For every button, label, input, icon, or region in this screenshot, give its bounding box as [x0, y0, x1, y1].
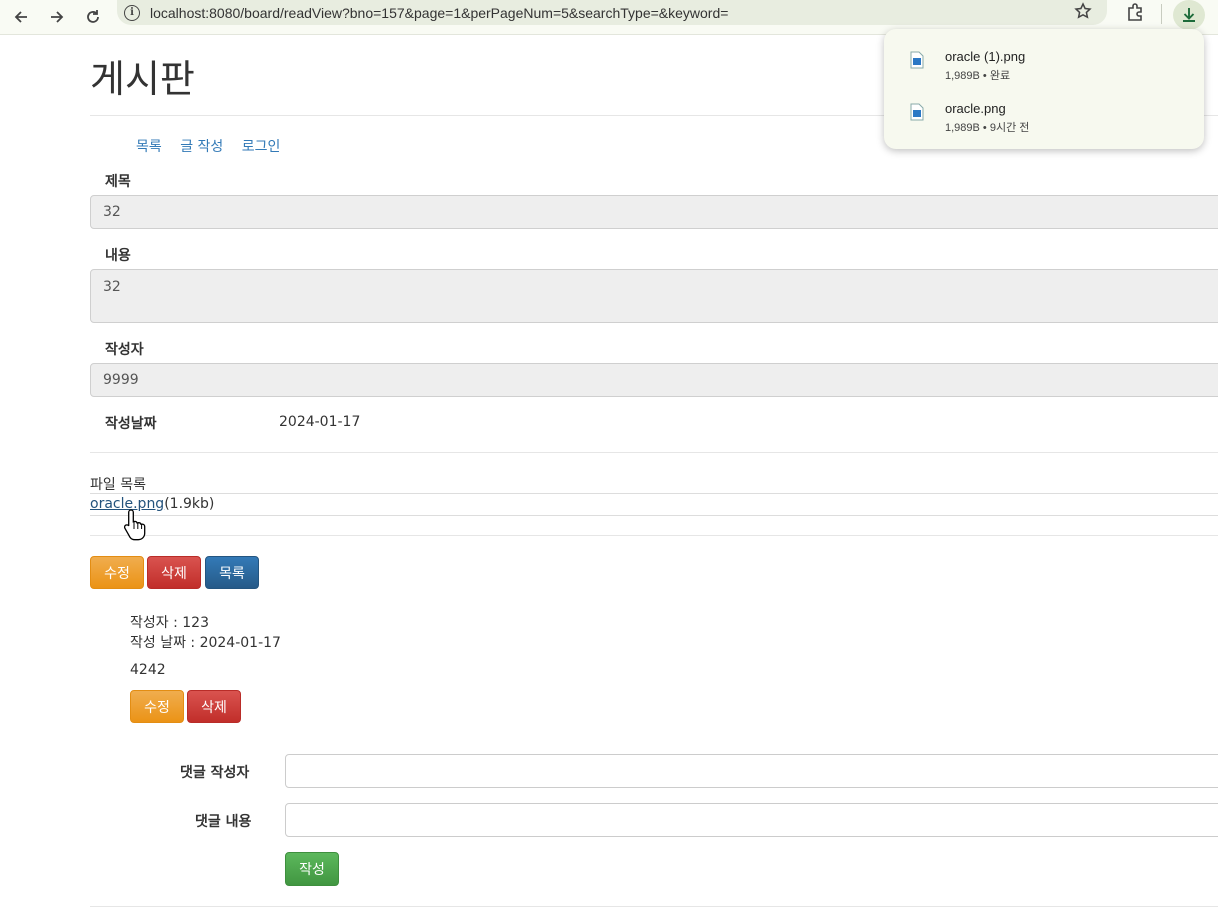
star-icon[interactable]	[1074, 2, 1092, 25]
back-icon[interactable]	[8, 4, 34, 30]
reply-submit-button[interactable]: 작성	[285, 852, 339, 886]
reply-content-label: 댓글 내용	[195, 814, 252, 830]
reload-icon[interactable]	[80, 4, 106, 30]
reply-content: 4242	[130, 662, 166, 678]
nav-write-link[interactable]: 글 작성	[180, 139, 223, 155]
image-file-icon	[910, 51, 924, 69]
address-bar[interactable]: i localhost:8080/board/readView?bno=157&…	[117, 0, 1107, 25]
file-list: oracle.png(1.9kb)	[90, 493, 1218, 516]
reply-date: 작성 날짜 : 2024-01-17	[130, 635, 281, 651]
forward-icon[interactable]	[44, 4, 70, 30]
download-name: oracle (1).png	[945, 49, 1026, 64]
title-value: 32	[103, 204, 121, 220]
page-title: 게시판	[90, 57, 195, 101]
divider	[90, 452, 1218, 453]
edit-button[interactable]: 수정	[90, 556, 144, 589]
top-nav: 목록 글 작성 로그인	[136, 136, 294, 156]
writer-value: 9999	[103, 372, 139, 388]
date-label: 작성날짜	[105, 416, 157, 432]
file-list-label: 파일 목록	[90, 477, 146, 493]
nav-list-link[interactable]: 목록	[136, 139, 162, 155]
extensions-icon[interactable]	[1124, 2, 1146, 24]
download-icon[interactable]	[1173, 0, 1205, 30]
download-meta: 1,989B • 완료	[945, 70, 1011, 82]
reply-content-input[interactable]	[285, 803, 1218, 837]
url-text: localhost:8080/board/readView?bno=157&pa…	[150, 4, 729, 21]
download-name: oracle.png	[945, 101, 1006, 116]
nav-login-link[interactable]: 로그인	[242, 139, 281, 155]
reply-writer: 작성자 : 123	[130, 615, 209, 631]
divider	[90, 906, 1218, 907]
toolbar-separator	[1161, 4, 1162, 24]
writer-label: 작성자	[105, 342, 144, 358]
download-meta: 1,989B • 9시간 전	[945, 122, 1030, 134]
delete-button[interactable]: 삭제	[147, 556, 201, 589]
reply-writer-input[interactable]	[285, 754, 1218, 788]
title-label: 제목	[105, 174, 131, 190]
info-icon[interactable]: i	[124, 4, 140, 21]
download-item[interactable]: oracle.png 1,989B • 9시간 전	[910, 101, 1190, 141]
file-size: (1.9kb)	[164, 496, 215, 512]
download-item[interactable]: oracle (1).png 1,989B • 완료	[910, 49, 1190, 89]
reply-writer-label: 댓글 작성자	[180, 765, 250, 781]
reply-edit-button[interactable]: 수정	[130, 690, 184, 723]
content-value: 32	[103, 279, 121, 295]
hand-cursor-icon	[123, 509, 146, 541]
image-file-icon	[910, 103, 924, 121]
content-field[interactable]: 32	[90, 269, 1218, 323]
reply-delete-button[interactable]: 삭제	[187, 690, 241, 723]
list-button[interactable]: 목록	[205, 556, 259, 589]
content-label: 내용	[105, 248, 131, 264]
title-field[interactable]: 32	[90, 195, 1218, 229]
writer-field[interactable]: 9999	[90, 363, 1218, 397]
download-bubble: oracle (1).png 1,989B • 완료 oracle.png 1,…	[884, 29, 1204, 149]
divider	[90, 535, 1218, 536]
date-value: 2024-01-17	[279, 414, 361, 430]
